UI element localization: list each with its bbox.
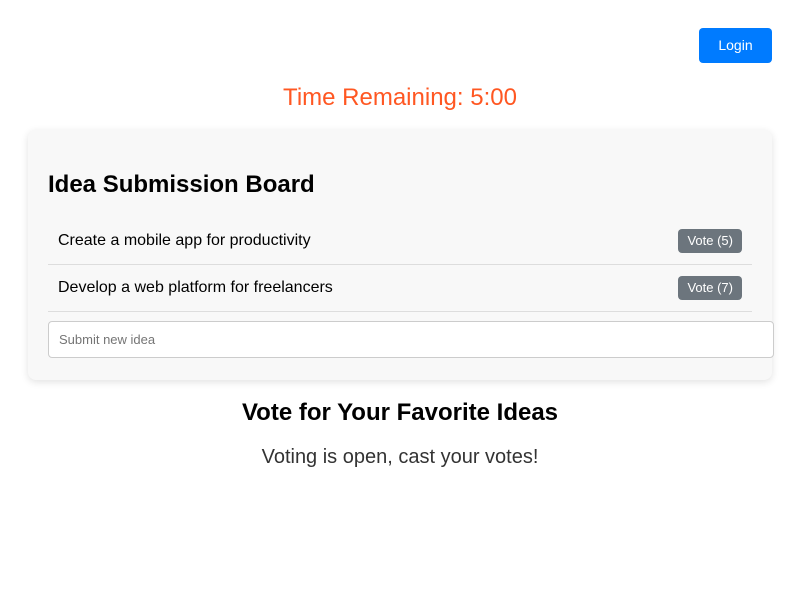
board-title: Idea Submission Board — [48, 171, 315, 198]
idea-text: Develop a web platform for freelancers — [58, 279, 333, 296]
vote-button[interactable]: Vote (5) — [678, 229, 742, 253]
idea-item: Develop a web platform for freelancers V… — [48, 265, 752, 312]
voting-section-title: Vote for Your Favorite Ideas — [241, 399, 559, 426]
new-idea-input[interactable] — [48, 321, 774, 358]
page: Login Time Remaining: 5:00 Idea Submissi… — [0, 0, 800, 600]
idea-item: Create a mobile app for productivity Vot… — [48, 218, 752, 265]
idea-text: Create a mobile app for productivity — [58, 232, 311, 249]
voting-status-text: Voting is open, cast your votes! — [261, 446, 539, 468]
vote-button[interactable]: Vote (7) — [678, 276, 742, 300]
idea-list: Create a mobile app for productivity Vot… — [48, 218, 752, 312]
login-button[interactable]: Login — [699, 28, 772, 63]
countdown-timer: Time Remaining: 5:00 — [283, 84, 517, 111]
idea-submission-board: Idea Submission Board Create a mobile ap… — [28, 130, 774, 380]
